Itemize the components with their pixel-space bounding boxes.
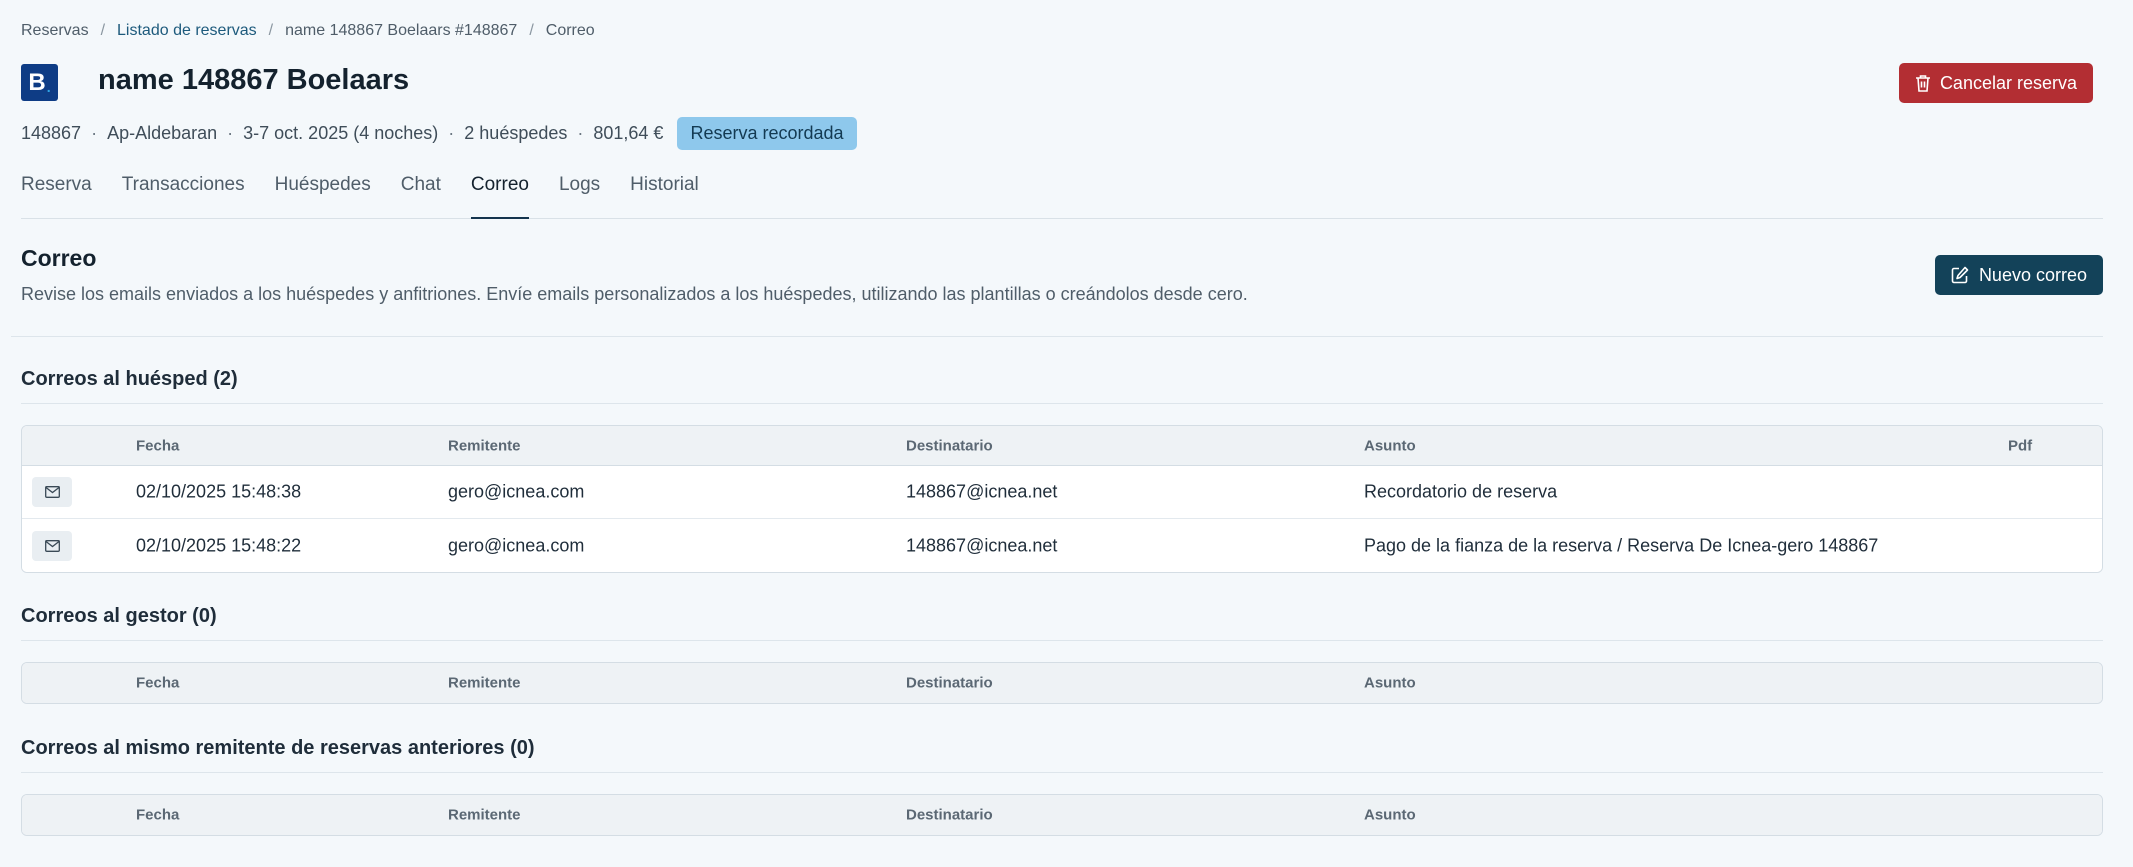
section-description: Revise los emails enviados a los huésped… — [21, 284, 1248, 304]
col-remitente[interactable]: Remitente — [448, 675, 521, 692]
table-row[interactable]: 02/10/2025 15:48:38 gero@icnea.com 14886… — [22, 466, 2102, 519]
col-destinatario[interactable]: Destinatario — [906, 675, 993, 692]
booking-logo: B. — [21, 64, 58, 101]
col-pdf[interactable]: Pdf — [2008, 437, 2032, 454]
summary-dot: · — [91, 123, 98, 143]
edit-icon — [1951, 266, 1969, 284]
table-row[interactable]: 02/10/2025 15:48:22 gero@icnea.com 14886… — [22, 519, 2102, 572]
cell-remitente: gero@icnea.com — [448, 535, 585, 555]
tab-bar: Reserva Transacciones Huéspedes Chat Cor… — [21, 172, 2103, 219]
manager-emails-divider — [21, 640, 2103, 641]
cancel-reservation-label: Cancelar reserva — [1939, 72, 2077, 93]
reservation-summary: 148867 · Ap-Aldebaran · 3-7 oct. 2025 (4… — [21, 117, 857, 150]
col-remitente[interactable]: Remitente — [448, 437, 521, 454]
breadcrumb-reservas[interactable]: Reservas — [21, 22, 89, 40]
table-header: Fecha Remitente Destinatario Asunto Pdf — [22, 426, 2102, 466]
breadcrumb-current: Correo — [545, 22, 595, 39]
cell-destinatario: 148867@icnea.net — [906, 481, 1058, 502]
breadcrumb-listado[interactable]: Listado de reservas — [117, 22, 257, 40]
breadcrumb-reservation[interactable]: name 148867 Boelaars #148867 — [285, 22, 517, 40]
col-remitente[interactable]: Remitente — [448, 807, 521, 824]
breadcrumb-separator: / — [529, 22, 534, 39]
col-asunto[interactable]: Asunto — [1364, 437, 1416, 454]
total-amount: 801,64 € — [593, 123, 664, 143]
cell-remitente: gero@icnea.com — [448, 481, 585, 502]
tab-historial[interactable]: Historial — [630, 172, 699, 218]
col-destinatario[interactable]: Destinatario — [906, 437, 993, 454]
guest-emails-table: Fecha Remitente Destinatario Asunto Pdf … — [21, 425, 2103, 573]
reservation-id: 148867 — [21, 123, 82, 143]
envelope-icon — [44, 539, 60, 552]
cell-asunto: Pago de la fianza de la reserva / Reserv… — [1364, 535, 1879, 555]
section-title: Correo — [21, 245, 97, 271]
tab-correo[interactable]: Correo — [470, 172, 530, 219]
new-email-button[interactable]: Nuevo correo — [1934, 255, 2103, 295]
summary-dot: · — [448, 123, 455, 143]
new-email-label: Nuevo correo — [1978, 264, 2087, 285]
col-fecha[interactable]: Fecha — [136, 675, 179, 692]
apartment-name: Ap-Aldebaran — [107, 123, 218, 143]
previous-emails-table: Fecha Remitente Destinatario Asunto — [21, 794, 2103, 836]
guest-emails-title: Correos al huésped (2) — [21, 368, 238, 390]
tab-chat[interactable]: Chat — [401, 172, 441, 218]
section-divider — [11, 336, 2103, 337]
booking-logo-letter: B — [28, 68, 46, 96]
view-email-button[interactable] — [32, 530, 72, 561]
tab-logs[interactable]: Logs — [559, 172, 600, 218]
guest-emails-divider — [21, 403, 2103, 404]
status-badge: Reserva recordada — [677, 117, 857, 150]
cell-fecha: 02/10/2025 15:48:22 — [136, 535, 302, 555]
summary-dot: · — [577, 123, 584, 143]
page-title: name 148867 Boelaars — [98, 64, 410, 96]
previous-emails-divider — [21, 772, 2103, 773]
tab-transacciones[interactable]: Transacciones — [122, 172, 245, 218]
col-destinatario[interactable]: Destinatario — [906, 807, 993, 824]
tab-reserva[interactable]: Reserva — [21, 172, 92, 218]
table-header: Fecha Remitente Destinatario Asunto — [22, 795, 2102, 835]
summary-dot: · — [227, 123, 234, 143]
trash-icon — [1915, 75, 1930, 92]
cell-asunto: Recordatorio de reserva — [1364, 481, 1558, 502]
col-asunto[interactable]: Asunto — [1364, 675, 1416, 692]
cell-destinatario: 148867@icnea.net — [906, 535, 1058, 555]
previous-emails-title: Correos al mismo remitente de reservas a… — [21, 737, 535, 759]
envelope-icon — [44, 486, 60, 498]
guest-count: 2 huéspedes — [464, 123, 568, 143]
view-email-button[interactable] — [32, 477, 72, 507]
manager-emails-title: Correos al gestor (0) — [21, 605, 217, 627]
table-header: Fecha Remitente Destinatario Asunto — [22, 663, 2102, 703]
breadcrumb-separator: / — [100, 22, 106, 39]
cancel-reservation-button[interactable]: Cancelar reserva — [1898, 63, 2093, 103]
tab-huespedes[interactable]: Huéspedes — [275, 172, 371, 218]
breadcrumb-separator: / — [268, 22, 274, 39]
stay-dates: 3-7 oct. 2025 (4 noches) — [243, 123, 439, 143]
booking-logo-dot: . — [46, 78, 51, 95]
manager-emails-table: Fecha Remitente Destinatario Asunto — [21, 662, 2103, 704]
cell-fecha: 02/10/2025 15:48:38 — [136, 481, 302, 502]
col-asunto[interactable]: Asunto — [1364, 807, 1416, 824]
col-fecha[interactable]: Fecha — [136, 437, 179, 454]
col-fecha[interactable]: Fecha — [136, 807, 179, 824]
breadcrumb: Reservas / Listado de reservas / name 14… — [21, 22, 595, 40]
